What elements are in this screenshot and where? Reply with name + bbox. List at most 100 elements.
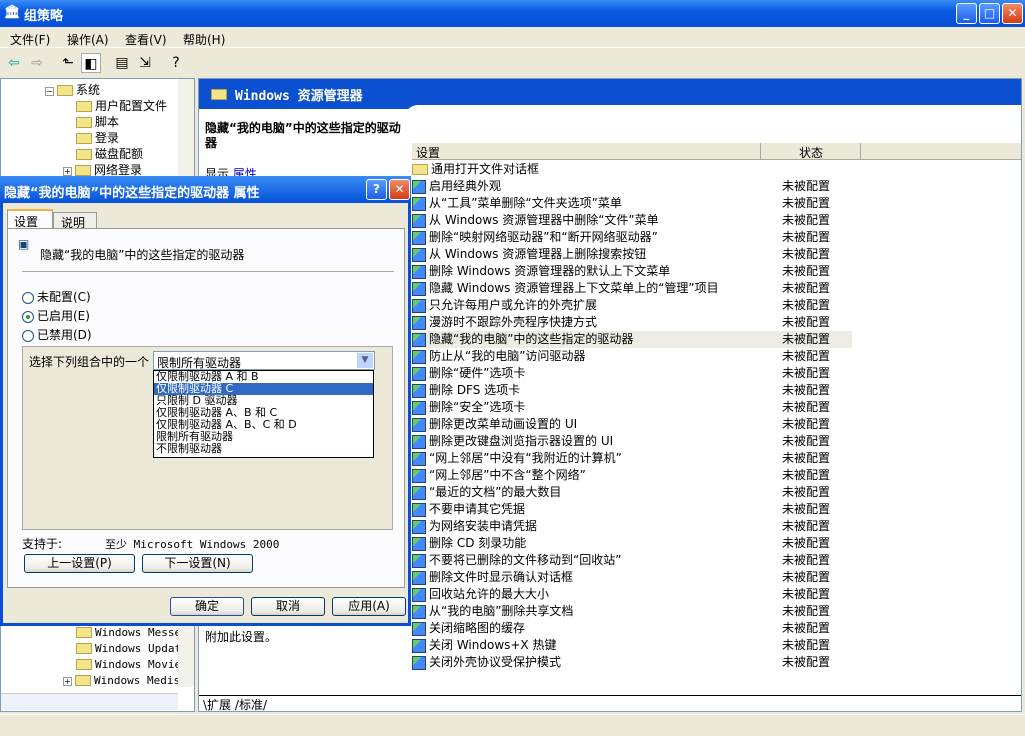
- list-item[interactable]: 隐藏“我的电脑”中的这些指定的驱动器 未被配置: [412, 331, 852, 348]
- list-item[interactable]: 不要将已删除的文件移动到“回收站” 未被配置: [412, 552, 852, 569]
- list-item[interactable]: 删除更改键盘浏览指示器设置的 UI 未被配置: [412, 433, 852, 450]
- list-item[interactable]: “网上邻居”中没有“我附近的计算机” 未被配置: [412, 450, 852, 467]
- list-item[interactable]: 从 Windows 资源管理器上删除搜索按钮 未被配置: [412, 246, 852, 263]
- list-item[interactable]: 只允许每用户或允许的外壳扩展 未被配置: [412, 297, 852, 314]
- list-item[interactable]: 防止从“我的电脑”访问驱动器 未被配置: [412, 348, 852, 365]
- policy-icon: [412, 264, 426, 279]
- combo-option[interactable]: 不限制驱动器: [154, 443, 373, 455]
- list-item[interactable]: 关闭 Windows+X 热键 未被配置: [412, 637, 852, 654]
- chevron-down-icon[interactable]: ▼: [357, 353, 373, 368]
- list-item[interactable]: 关闭缩略图的缓存 未被配置: [412, 620, 852, 637]
- properties-icon[interactable]: ▤: [112, 53, 132, 73]
- apply-button[interactable]: 应用(A): [332, 597, 406, 616]
- folder-icon: [211, 89, 227, 100]
- list-item[interactable]: 删除更改菜单动画设置的 UI 未被配置: [412, 416, 852, 433]
- cancel-button[interactable]: 取消: [251, 597, 325, 616]
- list-item[interactable]: 启用经典外观 未被配置: [412, 178, 852, 195]
- maximize-button[interactable]: □: [979, 3, 1000, 24]
- list-item[interactable]: 从 Windows 资源管理器中删除“文件”菜单 未被配置: [412, 212, 852, 229]
- menu-file[interactable]: 文件(F): [10, 31, 50, 48]
- policy-icon: [412, 570, 426, 585]
- setting-name: 删除更改键盘浏览指示器设置的 UI: [429, 434, 614, 448]
- close-button[interactable]: ✕: [1002, 3, 1023, 24]
- list-item[interactable]: 删除“硬件”选项卡 未被配置: [412, 365, 852, 382]
- combo-dropdown-list[interactable]: 仅限制驱动器 A 和 B 仅限制驱动器 C 只限制 D 驱动器 仅限制驱动器 A、B …: [153, 370, 374, 458]
- setting-state: 未被配置: [782, 315, 831, 329]
- drive-combo[interactable]: 限制所有驱动器 ▼: [153, 351, 375, 370]
- list-item[interactable]: 漫游时不跟踪外壳程序快捷方式 未被配置: [412, 314, 852, 331]
- forward-icon[interactable]: ⇨: [27, 53, 47, 73]
- dialog-close-button[interactable]: ✕: [389, 179, 410, 200]
- list-item[interactable]: 回收站允许的最大大小 未被配置: [412, 586, 852, 603]
- tree-item[interactable]: 用户配置文件: [63, 97, 167, 114]
- dialog-help-button[interactable]: ?: [366, 179, 387, 200]
- list-item[interactable]: 不要申请其它凭据 未被配置: [412, 501, 852, 518]
- show-hide-tree-icon[interactable]: ◧: [81, 53, 101, 73]
- setting-name: “最近的文档”的最大数目: [429, 485, 562, 499]
- list-item[interactable]: 删除“安全”选项卡 未被配置: [412, 399, 852, 416]
- policy-icon: [412, 655, 426, 670]
- column-setting[interactable]: 设置: [416, 144, 440, 161]
- policy-icon: [412, 519, 426, 534]
- tree-item[interactable]: Windows Updat: [63, 641, 181, 655]
- setting-name: 漫游时不跟踪外壳程序快捷方式: [429, 315, 598, 329]
- list-item[interactable]: 删除 Windows 资源管理器的默认上下文菜单 未被配置: [412, 263, 852, 280]
- radio-disabled[interactable]: 已禁用(D): [22, 326, 92, 343]
- list-item[interactable]: 隐藏 Windows 资源管理器上下文菜单上的“管理”项目 未被配置: [412, 280, 852, 297]
- list-item[interactable]: 从“工具”菜单删除“文件夹选项”菜单 未被配置: [412, 195, 852, 212]
- list-item[interactable]: 关闭外壳协议受保护模式 未被配置: [412, 654, 852, 671]
- next-setting-button[interactable]: 下一设置(N): [142, 554, 253, 573]
- list-item[interactable]: 删除文件时显示确认对话框 未被配置: [412, 569, 852, 586]
- list-item[interactable]: 从“我的电脑”删除共享文档 未被配置: [412, 603, 852, 620]
- list-item[interactable]: “最近的文档”的最大数目 未被配置: [412, 484, 852, 501]
- setting-name: 隐藏“我的电脑”中的这些指定的驱动器: [429, 332, 634, 346]
- tree-item[interactable]: + Windows Medis: [63, 673, 180, 687]
- tree-item[interactable]: 脚本: [63, 113, 119, 130]
- tab-explain[interactable]: 说明: [53, 212, 97, 230]
- folder-row[interactable]: 通用打开文件对话框: [412, 161, 852, 178]
- tab-settings[interactable]: 设置: [7, 209, 53, 229]
- menu-view[interactable]: 查看(V): [125, 31, 167, 48]
- previous-setting-button[interactable]: 上一设置(P): [24, 554, 135, 573]
- setting-name: 删除 Windows 资源管理器的默认上下文菜单: [429, 264, 671, 278]
- policy-icon: [412, 485, 426, 500]
- list-item[interactable]: “网上邻居”中不含“整个网络” 未被配置: [412, 467, 852, 484]
- setting-state: 未被配置: [782, 536, 831, 550]
- minimize-button[interactable]: _: [956, 3, 977, 24]
- settings-list[interactable]: 设置 状态 通用打开文件对话框 启用经典外观 未被配置 从“工具”菜单删除“文件夹选…: [404, 105, 1021, 685]
- setting-state: 未被配置: [782, 655, 831, 669]
- back-icon[interactable]: ⇦: [4, 53, 24, 73]
- ok-button[interactable]: 确定: [170, 597, 244, 616]
- expander-icon[interactable]: +: [63, 677, 72, 686]
- tab-extended[interactable]: \扩展: [203, 698, 231, 711]
- list-item[interactable]: 删除“映射网络驱动器”和“断开网络驱动器” 未被配置: [412, 229, 852, 246]
- list-item[interactable]: 删除 CD 刻录功能 未被配置: [412, 535, 852, 552]
- setting-state: 未被配置: [782, 502, 831, 516]
- radio-not-configured[interactable]: 未配置(C): [22, 288, 91, 305]
- expander-icon[interactable]: −: [45, 87, 54, 96]
- policy-icon: [412, 434, 426, 449]
- setting-state: 未被配置: [782, 451, 831, 465]
- setting-state: 未被配置: [782, 332, 831, 346]
- setting-name: 关闭 Windows+X 热键: [429, 638, 557, 652]
- menu-action[interactable]: 操作(A): [67, 31, 109, 48]
- policy-icon: [412, 604, 426, 619]
- radio-enabled[interactable]: 已启用(E): [22, 307, 90, 324]
- list-item[interactable]: 为网络安装申请凭据 未被配置: [412, 518, 852, 535]
- tree-item[interactable]: Windows Messe: [63, 625, 181, 639]
- tree-item[interactable]: 登录: [63, 129, 119, 146]
- help-icon[interactable]: ?: [166, 53, 186, 73]
- horizontal-scrollbar[interactable]: [1, 693, 178, 710]
- tree-item[interactable]: − 系统: [45, 81, 100, 98]
- tree-item[interactable]: Windows Movie: [63, 657, 181, 671]
- title-bar: 🏛 组策略 _ □ ✕: [0, 0, 1025, 27]
- tab-standard[interactable]: /标准/: [235, 698, 267, 711]
- menu-help[interactable]: 帮助(H): [183, 31, 225, 48]
- up-folder-icon[interactable]: ⬑: [58, 53, 78, 73]
- column-state[interactable]: 状态: [799, 144, 823, 161]
- list-item[interactable]: 删除 DFS 选项卡 未被配置: [412, 382, 852, 399]
- export-list-icon[interactable]: ⇲: [135, 53, 155, 73]
- expander-icon[interactable]: +: [63, 167, 72, 176]
- tree-item[interactable]: 磁盘配额: [63, 145, 143, 162]
- policy-icon: [412, 502, 426, 517]
